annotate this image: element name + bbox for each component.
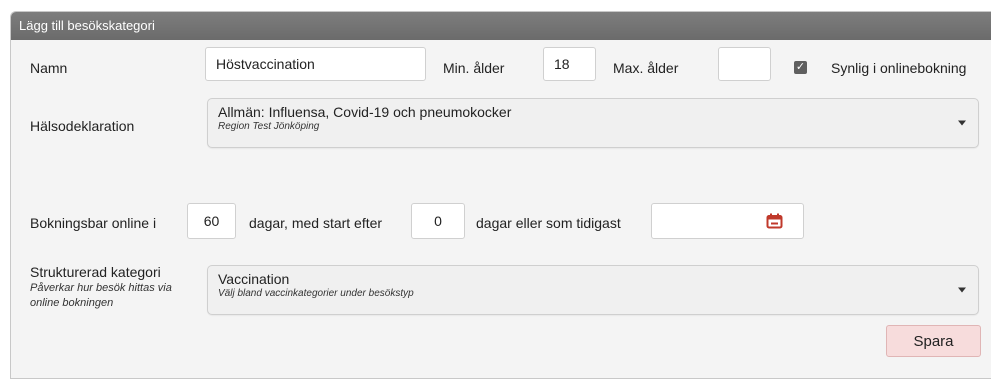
health-declaration-label: Hälsodeklaration: [30, 118, 135, 134]
structured-category-help: Påverkar hur besök hittas via online bok…: [30, 282, 172, 309]
panel-header: Lägg till besökskategori: [11, 12, 991, 40]
health-declaration-sub: Region Test Jönköping: [218, 121, 320, 132]
min-age-input[interactable]: 18: [543, 47, 596, 81]
check-icon: ✓: [795, 61, 806, 73]
save-button[interactable]: Spara: [886, 325, 981, 357]
days-or-earliest-label: dagar eller som tidigast: [476, 215, 621, 231]
calendar-icon[interactable]: [766, 213, 783, 229]
caret-down-icon: [958, 287, 966, 293]
structured-category-sub: Välj bland vaccinkategorier under besöks…: [218, 288, 414, 299]
health-declaration-value: Allmän: Influensa, Covid-19 och pneumoko…: [218, 104, 512, 120]
structured-category-select[interactable]: Vaccination Välj bland vaccinkategorier …: [207, 265, 979, 315]
name-input[interactable]: Höstvaccination: [205, 47, 426, 81]
add-visit-category-panel: Lägg till besökskategori Namn Höstvaccin…: [10, 11, 991, 379]
health-declaration-select[interactable]: Allmän: Influensa, Covid-19 och pneumoko…: [207, 98, 979, 148]
name-label: Namn: [30, 60, 68, 76]
structured-category-value: Vaccination: [218, 271, 290, 287]
min-age-label: Min. ålder: [443, 60, 505, 76]
structured-category-label: Strukturerad kategori: [30, 264, 161, 280]
caret-down-icon: [958, 120, 966, 126]
max-age-label: Max. ålder: [613, 60, 679, 76]
online-visible-label: Synlig i onlinebokning: [831, 60, 967, 76]
form-body: Namn Höstvaccination Min. ålder 18 Max. …: [11, 40, 991, 378]
online-visible-checkbox[interactable]: ✓: [794, 61, 807, 74]
max-age-input[interactable]: [718, 47, 771, 81]
bookable-online-label: Bokningsbar online i: [30, 215, 157, 231]
days-start-after-label: dagar, med start efter: [249, 215, 383, 231]
start-after-input[interactable]: 0: [411, 203, 465, 239]
bookable-days-input[interactable]: 60: [187, 203, 236, 239]
